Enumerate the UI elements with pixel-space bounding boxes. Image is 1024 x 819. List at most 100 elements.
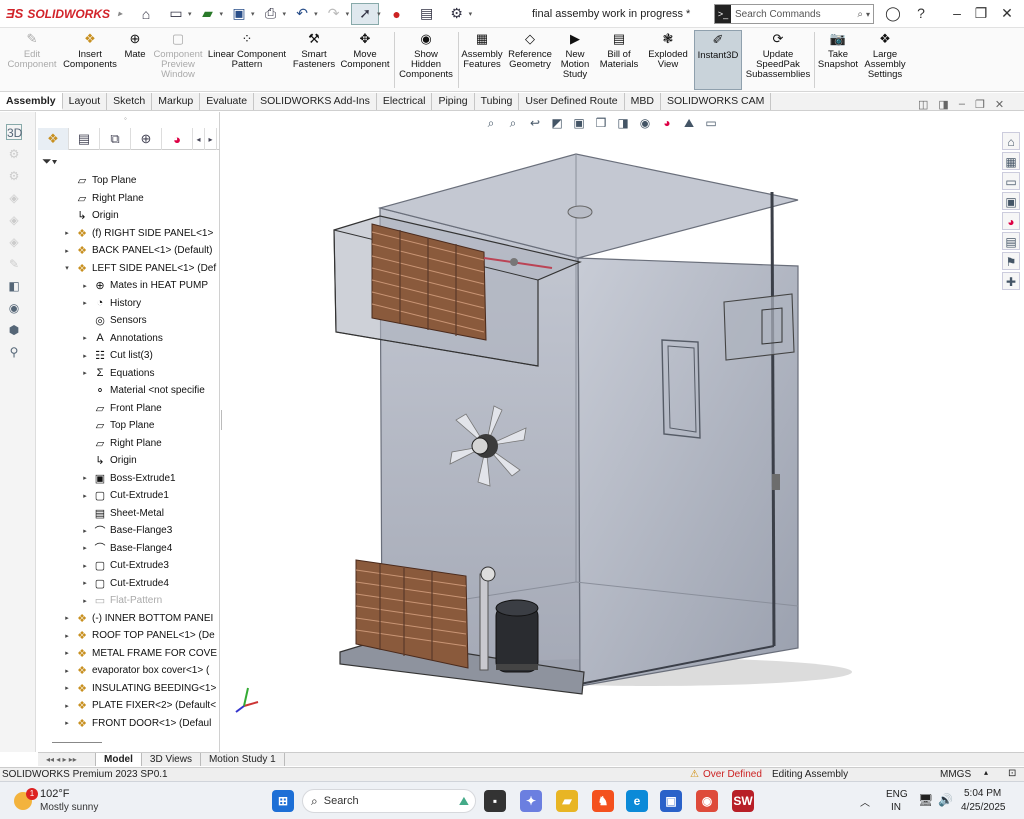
insert-components-button[interactable]: ❖ Insert Components <box>60 30 120 90</box>
restore-icon[interactable]: ❐ <box>972 5 990 23</box>
options-gear-icon[interactable]: ⚙ <box>443 3 471 25</box>
task-view-icon[interactable]: ▪ <box>484 790 506 812</box>
take-snapshot-button[interactable]: 📷 Take Snapshot <box>816 30 860 90</box>
undo-icon[interactable]: ↶ <box>288 3 316 25</box>
tree-item[interactable]: ▸ ❖ INSULATING BEEDING<1> <box>62 680 222 697</box>
unit-system[interactable]: MMGS <box>940 769 971 780</box>
bill-of-materials-button[interactable]: ▤ Bill of Materials <box>596 30 642 90</box>
linear-component-pattern-button[interactable]: ⁘ Linear Component Pattern <box>206 30 288 90</box>
tab-scroll-left-icon[interactable]: ◂ <box>193 128 205 150</box>
redo-icon[interactable]: ↷ <box>320 3 348 25</box>
chevron-right-icon[interactable]: ▸ <box>62 649 72 657</box>
chevron-right-icon[interactable]: ▸ <box>80 299 90 307</box>
tab-3d-views[interactable]: 3D Views <box>142 753 201 766</box>
mate-button[interactable]: ⊕ Mate <box>120 30 150 90</box>
smart-fasteners-button[interactable]: ⚒ Smart Fasteners <box>290 30 338 90</box>
chevron-down-icon[interactable]: ▾ <box>314 10 318 18</box>
tab-piping[interactable]: Piping <box>432 93 475 110</box>
chevron-down-icon[interactable]: ▾ <box>866 10 870 19</box>
windows-start-icon[interactable]: ⊞ <box>272 790 294 812</box>
close-icon[interactable]: ✕ <box>995 98 1004 111</box>
tree-item[interactable]: ▸ A Annotations <box>80 330 222 347</box>
solidworks-logo[interactable]: ƎS SOLIDWORKS ▸ <box>6 6 122 21</box>
appearances-icon[interactable]: ◕ <box>1002 212 1020 230</box>
tool-icon[interactable]: ⚲ <box>6 344 22 360</box>
tree-item[interactable]: ⚬ Material <not specifie <box>80 382 222 399</box>
chevron-right-icon[interactable]: ▸ <box>80 369 90 377</box>
tool-icon[interactable]: ✎ <box>6 256 22 272</box>
tree-item[interactable]: ▸ ▣ Boss-Extrude1 <box>80 470 222 487</box>
tree-item[interactable]: ▤ Sheet-Metal <box>80 505 222 522</box>
tool-icon[interactable]: ◈ <box>6 190 22 206</box>
tab-tubing[interactable]: Tubing <box>475 93 520 110</box>
chevron-right-icon[interactable]: ▸ <box>62 684 72 692</box>
tree-item[interactable]: ▸ ❖ (f) RIGHT SIDE PANEL<1> <box>62 225 222 242</box>
tree-item[interactable]: ▱ Top Plane <box>80 417 222 434</box>
chevron-right-icon[interactable]: ▸ <box>80 579 90 587</box>
search-prefix-icon[interactable]: >_ <box>715 5 731 23</box>
tree-item[interactable]: ▾ ❖ LEFT SIDE PANEL<1> (Def <box>62 260 222 277</box>
tool-icon[interactable]: ⬢ <box>6 322 22 338</box>
tree-item[interactable]: ▸ ❖ evaporator box cover<1> ( <box>62 662 222 679</box>
add-in-icon[interactable]: ✚ <box>1002 272 1020 290</box>
region-code[interactable]: IN <box>891 802 901 813</box>
chevron-right-icon[interactable]: ▸ <box>62 247 72 255</box>
language-code[interactable]: ENG <box>886 789 908 800</box>
taskbar-search-box[interactable]: ⌕ Search ⛰ <box>302 789 476 813</box>
configurationmanager-tab-icon[interactable]: ⧉ <box>100 128 131 150</box>
instant3d-button[interactable]: ✐ Instant3D <box>694 30 742 90</box>
assembly-model[interactable] <box>222 112 1002 752</box>
tree-item[interactable]: ▸ ⌒ Base-Flange3 <box>80 522 222 539</box>
search-commands-input[interactable]: >_ Search Commands ⌕ ▾ <box>714 4 874 24</box>
compressor[interactable] <box>495 599 539 673</box>
home-icon[interactable]: ⌂ <box>132 3 160 25</box>
assembly-features-button[interactable]: ▦ Assembly Features <box>460 30 504 90</box>
dimxpert-tab-icon[interactable]: ⊕ <box>131 128 162 150</box>
tree-item[interactable]: ▸ ▢ Cut-Extrude4 <box>80 575 222 592</box>
chevron-right-icon[interactable]: ▸ <box>62 719 72 727</box>
tree-item[interactable]: ▱ Front Plane <box>80 400 222 417</box>
help-icon[interactable]: ? <box>912 5 930 23</box>
chevron-right-icon[interactable]: ▸ <box>80 474 90 482</box>
pressure-gauge[interactable] <box>480 566 496 582</box>
open-folder-icon[interactable]: ▰ <box>194 3 222 25</box>
chevron-right-icon[interactable]: ▸ <box>80 562 90 570</box>
show-hidden-components-button[interactable]: ◉ Show Hidden Components <box>396 30 456 90</box>
file-explorer-icon[interactable]: ▭ <box>1002 172 1020 190</box>
tree-item[interactable]: ▸ ❖ BACK PANEL<1> (Default) <box>62 242 222 259</box>
chevron-right-icon[interactable]: ▸ <box>80 352 90 360</box>
chevron-right-icon[interactable]: ▸ <box>62 229 72 237</box>
tab-scroll-right-icon[interactable]: ▸ <box>205 128 217 150</box>
volume-icon[interactable]: 🔊 <box>938 793 953 807</box>
tree-item[interactable]: ↳ Origin <box>80 452 222 469</box>
chevron-right-icon[interactable]: ▸ <box>80 544 90 552</box>
weather-text[interactable]: Mostly sunny <box>40 802 98 813</box>
reference-geometry-button[interactable]: ◇ Reference Geometry <box>506 30 554 90</box>
tab-addins[interactable]: SOLIDWORKS Add-Ins <box>254 93 377 110</box>
file-properties-icon[interactable]: ▤ <box>413 3 441 25</box>
view-palette-icon[interactable]: ▣ <box>1002 192 1020 210</box>
chevron-right-icon[interactable]: ▸ <box>80 334 90 342</box>
tree-item[interactable]: ▸ ❖ METAL FRAME FOR COVE <box>62 645 222 662</box>
minimize-icon[interactable]: – <box>959 98 965 111</box>
chevron-down-icon[interactable]: ▾ <box>469 10 473 18</box>
minimize-icon[interactable]: – <box>948 5 966 23</box>
logo-menu-arrow-icon[interactable]: ▸ <box>118 9 122 18</box>
new-motion-study-button[interactable]: ▶ New Motion Study <box>556 30 594 90</box>
chevron-right-icon[interactable]: ▸ <box>62 702 72 710</box>
chrome-browser-icon[interactable]: ◉ <box>696 790 718 812</box>
network-icon[interactable]: 🖥 <box>918 793 933 807</box>
tree-item[interactable]: ▸ ⌒ Base-Flange4 <box>80 540 222 557</box>
edit-component-button[interactable]: ✎ Edit Component <box>4 30 60 90</box>
chevron-down-icon[interactable]: ▾ <box>283 10 287 18</box>
tree-item[interactable]: ▸ ❖ (-) INNER BOTTOM PANEI <box>62 610 222 627</box>
tree-item[interactable]: ▸ ▭ Flat-Pattern <box>80 592 222 609</box>
propertymanager-tab-icon[interactable]: ▤ <box>69 128 100 150</box>
tab-scroll-arrows[interactable]: ◂◂ ◂ ▸ ▸▸ <box>38 753 96 766</box>
chevron-right-icon[interactable]: ▸ <box>80 527 90 535</box>
tool-icon[interactable]: ⚙ <box>6 168 22 184</box>
select-cursor-icon[interactable]: ➚ <box>351 2 380 25</box>
microsoft-store-icon[interactable]: ▣ <box>660 790 682 812</box>
copilot-icon[interactable]: ✦ <box>520 790 542 812</box>
account-icon[interactable]: ◯ <box>884 5 902 23</box>
